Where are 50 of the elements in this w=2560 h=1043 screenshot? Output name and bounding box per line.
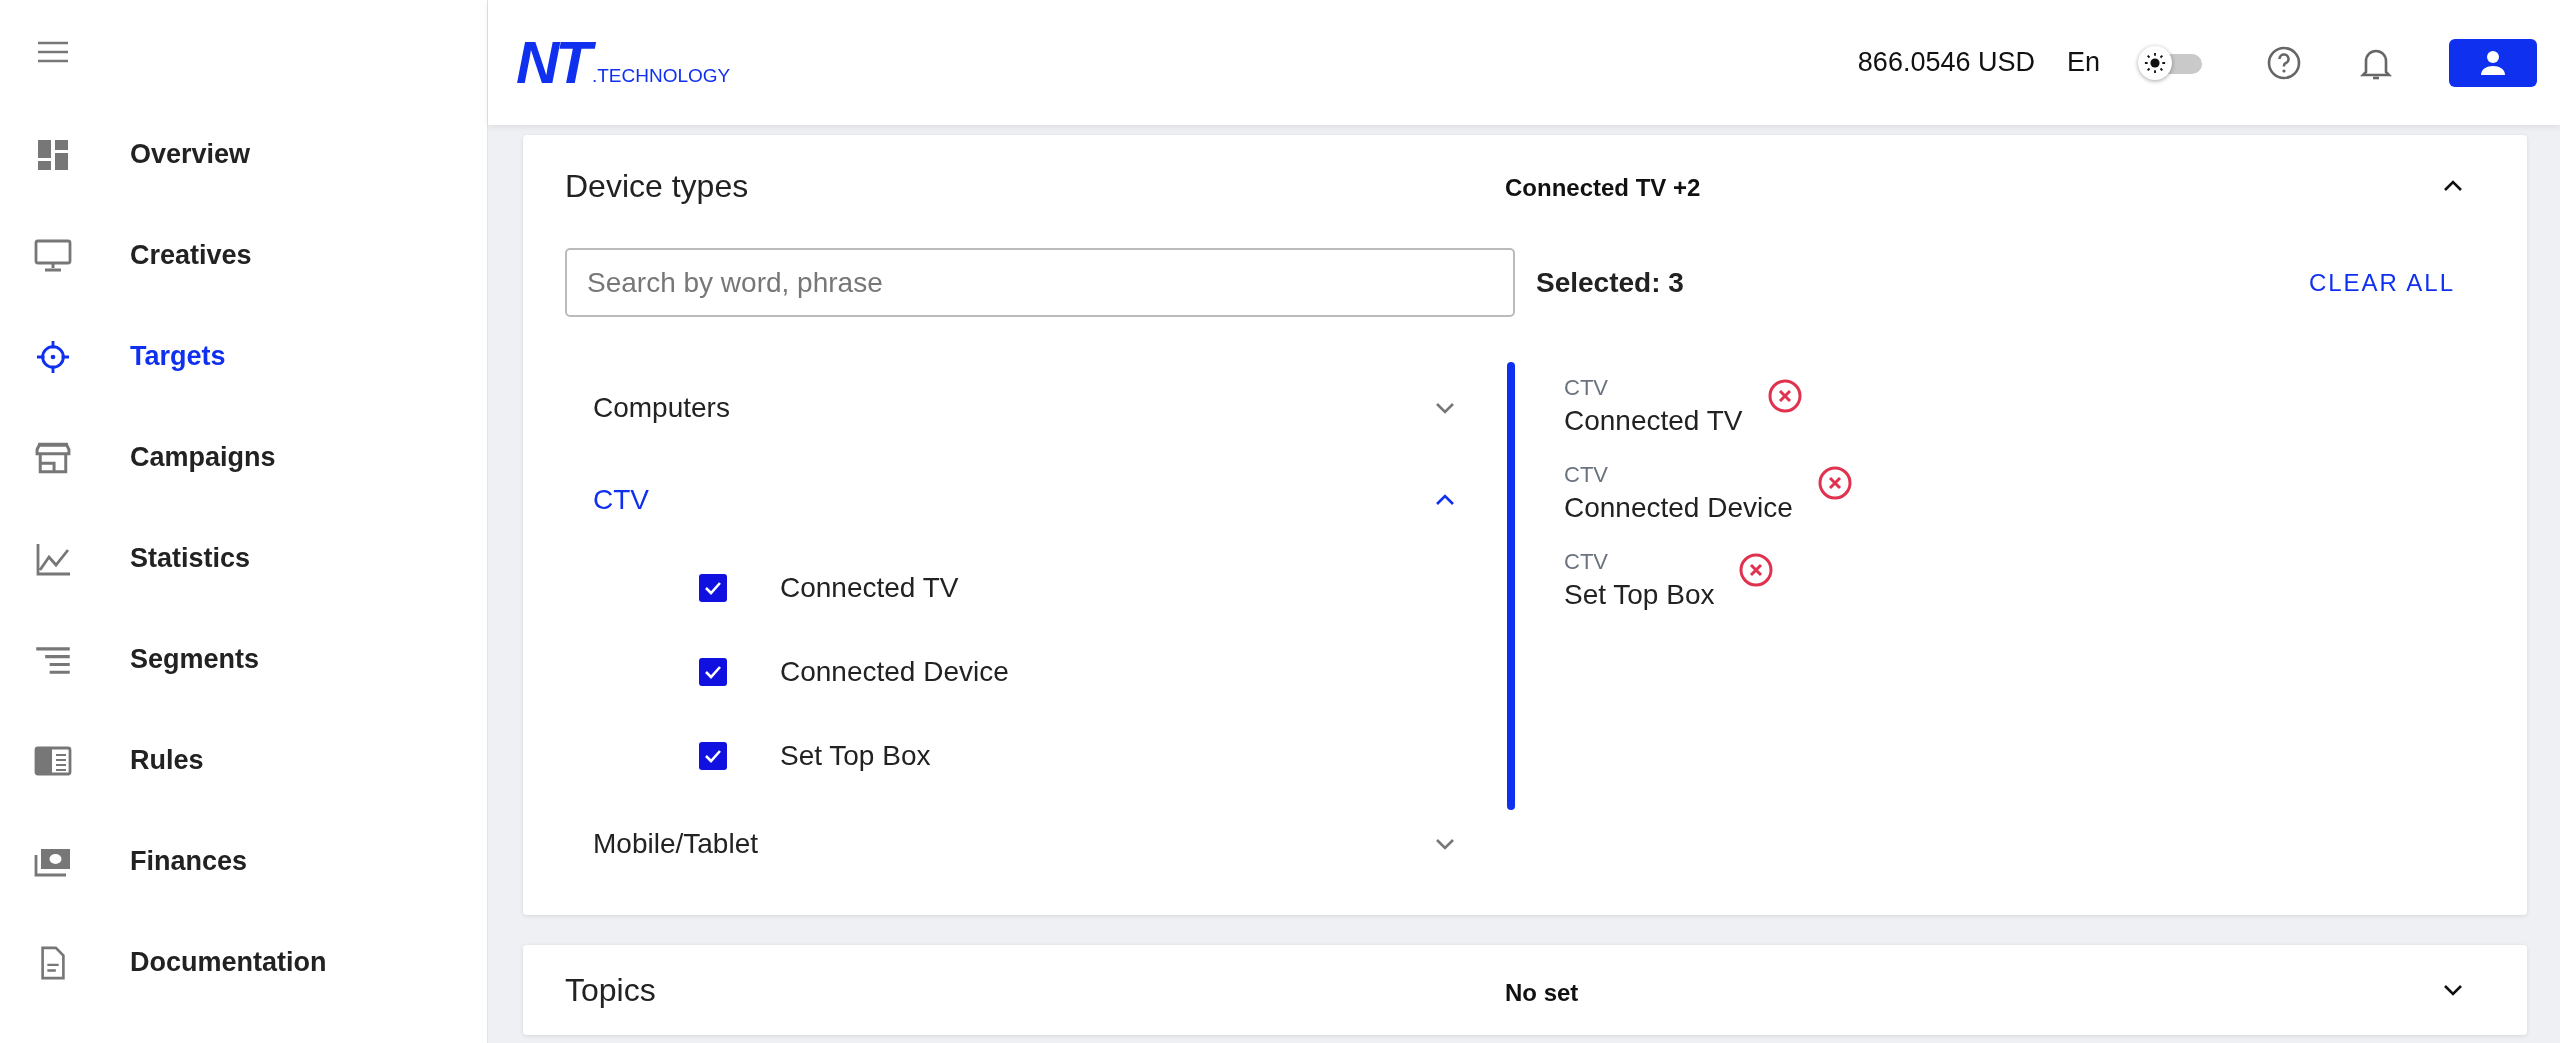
category-row[interactable]: Mobile/Tablet bbox=[593, 798, 1455, 890]
option-label[interactable]: Connected TV bbox=[780, 567, 959, 609]
balance-text: 866.0546 USD bbox=[1857, 46, 2035, 80]
remove-icon[interactable] bbox=[1738, 551, 1775, 588]
collapse-chevron-icon bbox=[1435, 494, 1455, 506]
nav-item[interactable]: Rules bbox=[0, 710, 487, 811]
line-chart-icon bbox=[34, 541, 72, 576]
selected-count: Selected: 3 bbox=[1536, 265, 1684, 300]
menu-icon[interactable] bbox=[36, 40, 70, 64]
sun-icon bbox=[2144, 51, 2166, 74]
selected-item-label: Connected Device bbox=[1564, 490, 1793, 525]
checkbox[interactable] bbox=[699, 742, 727, 770]
category-row[interactable]: CTV bbox=[593, 454, 1455, 546]
nav-item[interactable]: Overview bbox=[0, 104, 487, 205]
category-row[interactable]: Computers bbox=[593, 362, 1455, 454]
nav-item[interactable]: Statistics bbox=[0, 508, 487, 609]
checkbox[interactable] bbox=[699, 574, 727, 602]
logo[interactable]: NT.TECHNOLOGY bbox=[516, 34, 731, 91]
selected-item-label: Connected TV bbox=[1564, 403, 1743, 438]
collapse-chevron-icon bbox=[2443, 180, 2463, 192]
storefront-icon bbox=[34, 440, 72, 475]
expand-chevron-icon bbox=[1435, 838, 1455, 850]
group-label: CTV bbox=[1564, 460, 1609, 489]
selected-item-label: Set Top Box bbox=[1564, 577, 1715, 612]
nav-item[interactable]: Finances bbox=[0, 811, 487, 912]
nav-item[interactable]: Documentation bbox=[0, 912, 487, 1013]
nav-item[interactable]: Creatives bbox=[0, 205, 487, 306]
monitor-icon bbox=[34, 238, 72, 273]
remove-icon[interactable] bbox=[1766, 377, 1803, 414]
group-label: CTV bbox=[1564, 373, 1609, 402]
section-header[interactable]: Topics No set bbox=[565, 945, 2477, 1035]
remove-icon[interactable] bbox=[1816, 464, 1853, 501]
language-button[interactable]: En bbox=[2066, 42, 2100, 83]
checkbox[interactable] bbox=[699, 658, 727, 686]
group-label: CTV bbox=[1564, 547, 1609, 576]
search-field[interactable]: Search by word, phrase bbox=[565, 248, 1515, 317]
nav-item[interactable]: Campaigns bbox=[0, 407, 487, 508]
option-label[interactable]: Set Top Box bbox=[780, 735, 931, 777]
person-icon bbox=[2479, 48, 2507, 77]
nav-item[interactable]: Segments bbox=[0, 609, 487, 710]
clear-all-button[interactable]: CLEAR ALL bbox=[2308, 264, 2455, 301]
option-label[interactable]: Connected Device bbox=[780, 651, 1009, 693]
nav-item[interactable]: Targets bbox=[0, 306, 487, 407]
scrollbar-thumb[interactable] bbox=[1507, 362, 1515, 810]
section-header[interactable]: Device types Connected TV +2 bbox=[565, 135, 2477, 237]
profile-button[interactable] bbox=[2449, 38, 2537, 87]
expand-chevron-icon bbox=[2443, 984, 2463, 996]
expand-chevron-icon bbox=[1435, 402, 1455, 414]
help-icon[interactable] bbox=[2266, 44, 2302, 81]
crosshair-icon bbox=[34, 339, 72, 374]
